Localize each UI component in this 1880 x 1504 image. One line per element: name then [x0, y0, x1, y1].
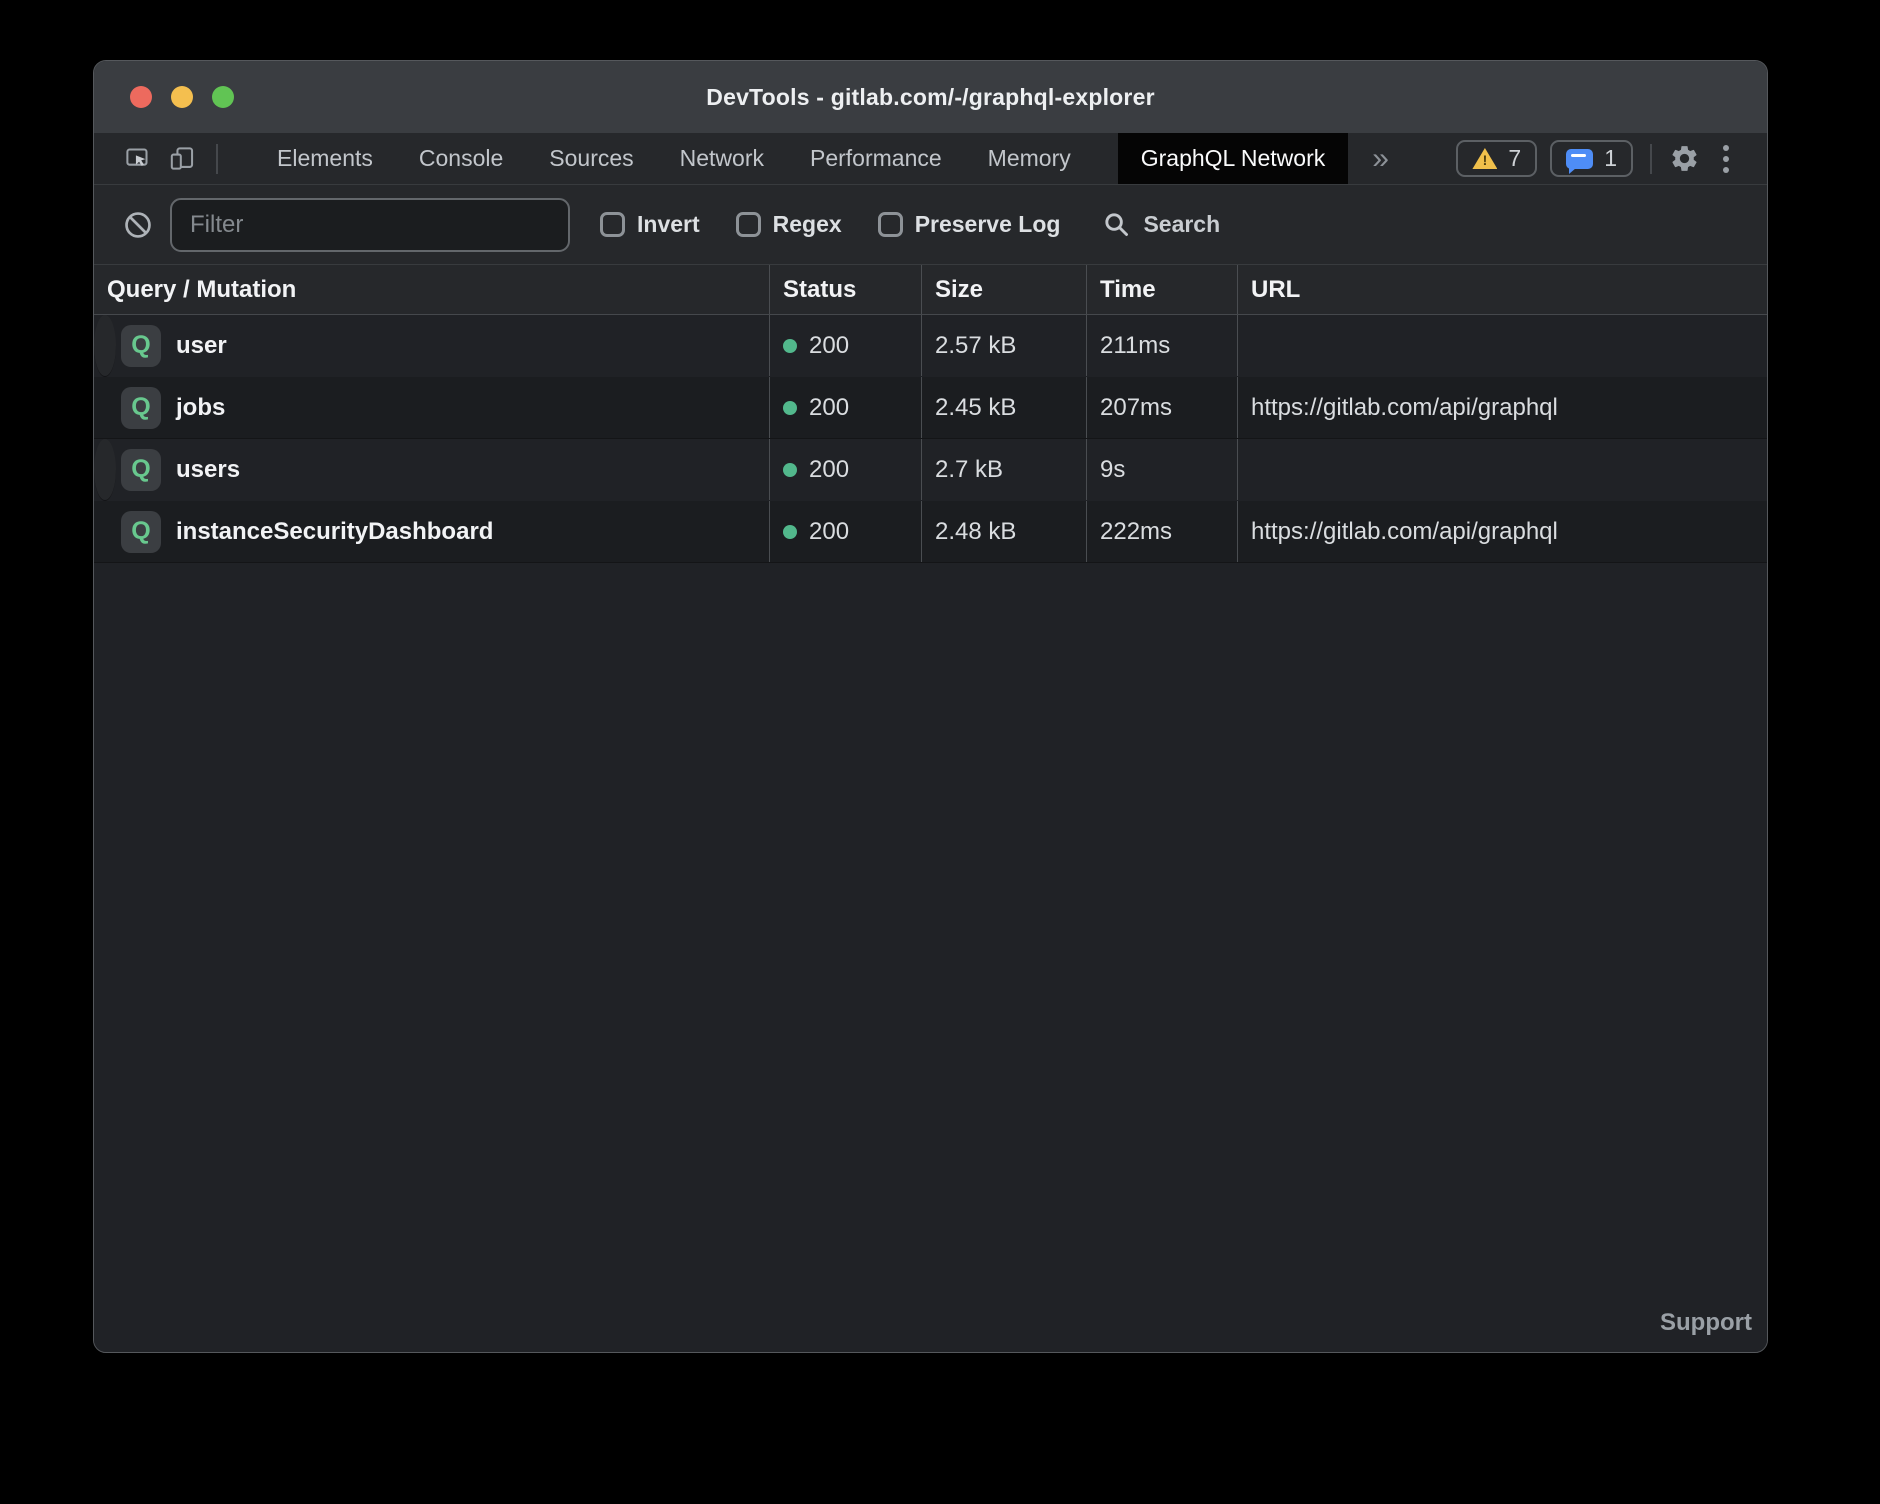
toolbar-divider: [216, 144, 218, 174]
size-cell: 2.48 kB: [921, 501, 1086, 562]
time-cell: 9s: [1086, 439, 1237, 500]
query-name-cell: Qjobs: [94, 377, 769, 438]
devtools-tabbar: ElementsConsoleSourcesNetworkPerformance…: [94, 133, 1767, 185]
query-name: users: [176, 456, 240, 484]
status-cell: 200: [769, 377, 921, 438]
checkbox-group-invert[interactable]: Invert: [600, 211, 700, 238]
status-code: 200: [809, 394, 849, 422]
query-type-badge: Q: [121, 511, 161, 553]
status-code: 200: [809, 332, 849, 360]
tabbar-divider: [1650, 144, 1652, 174]
message-icon: [1566, 149, 1593, 169]
query-name: jobs: [176, 394, 225, 422]
issues-badge[interactable]: 1: [1550, 140, 1633, 177]
url-cell: https://gitlab.com/api/graphql: [1237, 439, 1251, 500]
request-table: Quser2002.57 kB211mshttps://gitlab.com/a…: [94, 315, 1767, 563]
status-code: 200: [809, 456, 849, 484]
tab-console[interactable]: Console: [396, 133, 526, 184]
status-cell: 200: [769, 501, 921, 562]
column-header-4[interactable]: URL: [1237, 265, 1767, 314]
warning-icon: !: [1472, 148, 1497, 169]
status-code: 200: [809, 518, 849, 546]
tab-sources[interactable]: Sources: [526, 133, 656, 184]
tab-performance[interactable]: Performance: [787, 133, 965, 184]
query-type-badge: Q: [121, 449, 161, 491]
tabs: ElementsConsoleSourcesNetworkPerformance…: [254, 133, 1094, 184]
search-toggle[interactable]: Search: [1102, 210, 1220, 239]
device-toolbar-icon[interactable]: [169, 145, 196, 172]
size-cell: 2.57 kB: [921, 315, 1086, 376]
url-cell: https://gitlab.com/api/graphql: [1237, 501, 1767, 562]
checkbox-label: Regex: [773, 211, 842, 238]
more-tabs-icon[interactable]: »: [1364, 144, 1397, 174]
url-cell: https://gitlab.com/api/graphql: [1237, 377, 1767, 438]
window-title: DevTools - gitlab.com/-/graphql-explorer: [706, 84, 1154, 111]
column-header-1[interactable]: Status: [769, 265, 921, 314]
titlebar: DevTools - gitlab.com/-/graphql-explorer: [94, 61, 1767, 133]
preserve-log-checkbox[interactable]: [878, 212, 903, 237]
tab-memory[interactable]: Memory: [965, 133, 1094, 184]
checkbox-group-regex[interactable]: Regex: [736, 211, 842, 238]
size-cell: 2.7 kB: [921, 439, 1086, 500]
status-cell: 200: [769, 315, 921, 376]
table-row[interactable]: Qusers2002.7 kB9shttps://gitlab.com/api/…: [94, 439, 116, 501]
table-row[interactable]: Qjobs 200 2.45 kB207mshttps://gitlab.com/a…: [94, 377, 1767, 439]
message-count: 1: [1604, 145, 1617, 172]
column-header-2[interactable]: Size: [921, 265, 1086, 314]
filter-checkboxes: Invert Regex Preserve Log: [600, 211, 1096, 238]
devtools-window: DevTools - gitlab.com/-/graphql-explorer…: [93, 60, 1768, 1353]
tabbar-right-group: ! 7 1: [1456, 139, 1767, 179]
query-name-cell: Qusers: [94, 439, 769, 500]
tab-elements[interactable]: Elements: [254, 133, 396, 184]
query-name: instanceSecurityDashboard: [176, 518, 493, 546]
status-cell: 200: [769, 439, 921, 500]
status-ok-dot: [783, 525, 797, 539]
warning-count: 7: [1508, 145, 1521, 172]
time-cell: 207ms: [1086, 377, 1237, 438]
checkbox-group-preserve-log[interactable]: Preserve Log: [878, 211, 1061, 238]
filter-input[interactable]: [170, 198, 570, 252]
query-name-cell: Quser: [94, 315, 769, 376]
url-cell: https://gitlab.com/api/graphql: [1237, 315, 1251, 376]
clear-block-icon[interactable]: [122, 209, 154, 241]
status-ok-dot: [783, 339, 797, 353]
tab-network[interactable]: Network: [657, 133, 787, 184]
table-row[interactable]: QinstanceSecurityDashboard 200 2.48 kB222m…: [94, 501, 1767, 563]
status-ok-dot: [783, 401, 797, 415]
status-ok-dot: [783, 463, 797, 477]
support-link[interactable]: Support: [1660, 1309, 1752, 1337]
minimize-window-button[interactable]: [171, 86, 193, 108]
filter-toolbar: Invert Regex Preserve Log Search: [94, 185, 1767, 265]
checkbox-label: Preserve Log: [915, 211, 1061, 238]
table-empty-area: Support: [94, 563, 1767, 1352]
column-header-3[interactable]: Time: [1086, 265, 1237, 314]
query-type-badge: Q: [121, 325, 161, 367]
table-row[interactable]: Quser2002.57 kB211mshttps://gitlab.com/a…: [94, 315, 116, 377]
table-header: Query / MutationStatusSizeTimeURL: [94, 265, 1767, 315]
invert-checkbox[interactable]: [600, 212, 625, 237]
settings-gear-icon[interactable]: [1669, 143, 1700, 174]
close-window-button[interactable]: [130, 86, 152, 108]
inspect-element-icon[interactable]: [124, 145, 151, 172]
warnings-badge[interactable]: ! 7: [1456, 140, 1537, 177]
checkbox-label: Invert: [637, 211, 700, 238]
time-cell: 222ms: [1086, 501, 1237, 562]
query-name: user: [176, 332, 227, 360]
maximize-window-button[interactable]: [212, 86, 234, 108]
size-cell: 2.45 kB: [921, 377, 1086, 438]
kebab-menu-icon[interactable]: [1713, 139, 1739, 179]
time-cell: 211ms: [1086, 315, 1237, 376]
search-icon: [1102, 210, 1131, 239]
column-header-0[interactable]: Query / Mutation: [94, 265, 769, 314]
query-type-badge: Q: [121, 387, 161, 429]
traffic-lights: [130, 61, 234, 133]
search-label: Search: [1143, 211, 1220, 238]
regex-checkbox[interactable]: [736, 212, 761, 237]
query-name-cell: QinstanceSecurityDashboard: [94, 501, 769, 562]
tab-graphql-network[interactable]: GraphQL Network: [1118, 133, 1349, 184]
